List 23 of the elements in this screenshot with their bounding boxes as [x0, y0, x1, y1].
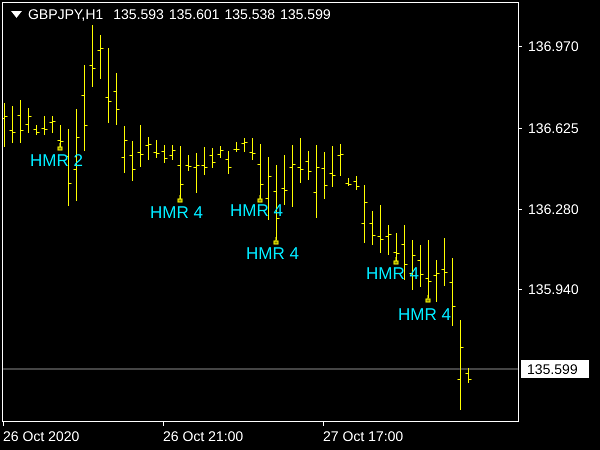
price-label: 136.280: [528, 201, 579, 217]
price-label: 136.625: [528, 120, 579, 136]
ohlc-value: 135.593: [113, 6, 164, 22]
pattern-label: HMR 4: [246, 245, 299, 262]
pattern-label: HMR 4: [150, 204, 203, 221]
ohlc-value: 135.601: [168, 6, 220, 22]
dropdown-triangle-icon[interactable]: [11, 10, 22, 18]
hammer-marker-icon: [394, 256, 398, 264]
price-label: 136.970: [528, 38, 579, 54]
hammer-marker-icon: [178, 194, 182, 202]
time-label: 26 Oct 21:00: [163, 428, 244, 444]
pattern-label: HMR 4: [398, 306, 451, 323]
time-label: 26 Oct 2020: [3, 428, 80, 444]
hammer-marker-icon: [58, 142, 62, 150]
price-label: 135.940: [528, 281, 579, 297]
hammer-marker-icon: [426, 294, 430, 302]
current-price-label: 135.599: [521, 360, 589, 378]
time-label: 27 Oct 17:00: [323, 428, 404, 444]
hammer-marker-icon: [274, 236, 278, 244]
ohlc-value: 135.599: [280, 6, 331, 22]
ohlc-value: 135.538: [224, 6, 276, 22]
hammer-marker-icon: [258, 194, 262, 202]
symbol-timeframe: GBPJPY,H1: [28, 6, 104, 22]
